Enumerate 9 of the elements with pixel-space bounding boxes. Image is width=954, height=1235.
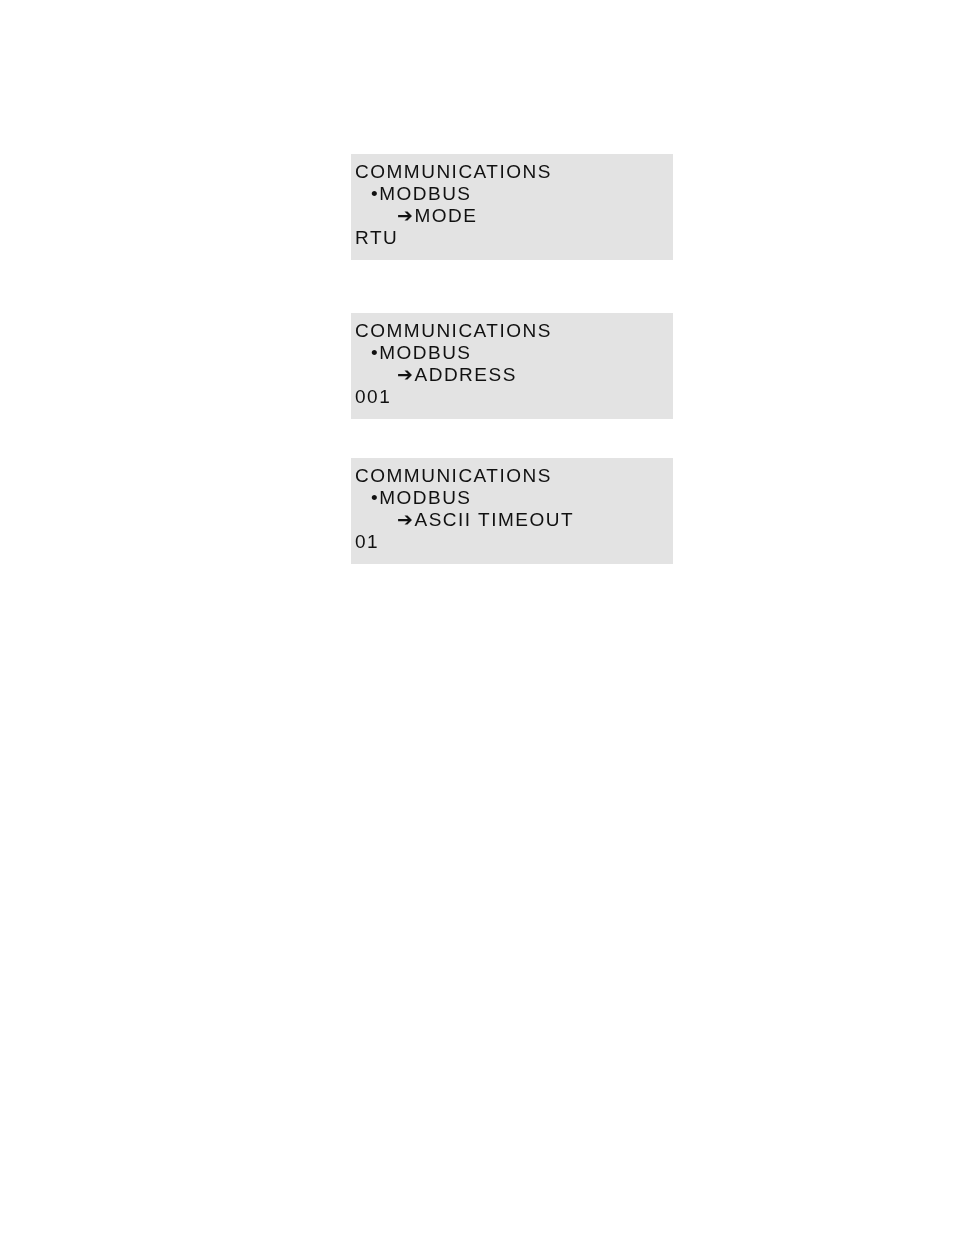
setting-value: 001 bbox=[355, 386, 392, 407]
submenu-item: ➔MODE bbox=[397, 205, 478, 226]
menu-title: COMMUNICATIONS bbox=[355, 465, 552, 486]
submenu-item: ➔ASCII TIMEOUT bbox=[397, 509, 575, 530]
submenu-item: ➔ADDRESS bbox=[397, 364, 517, 385]
setting-value: 01 bbox=[355, 531, 380, 552]
menu-title: COMMUNICATIONS bbox=[355, 161, 552, 182]
setting-value: RTU bbox=[355, 227, 399, 248]
menu-title: COMMUNICATIONS bbox=[355, 320, 552, 341]
